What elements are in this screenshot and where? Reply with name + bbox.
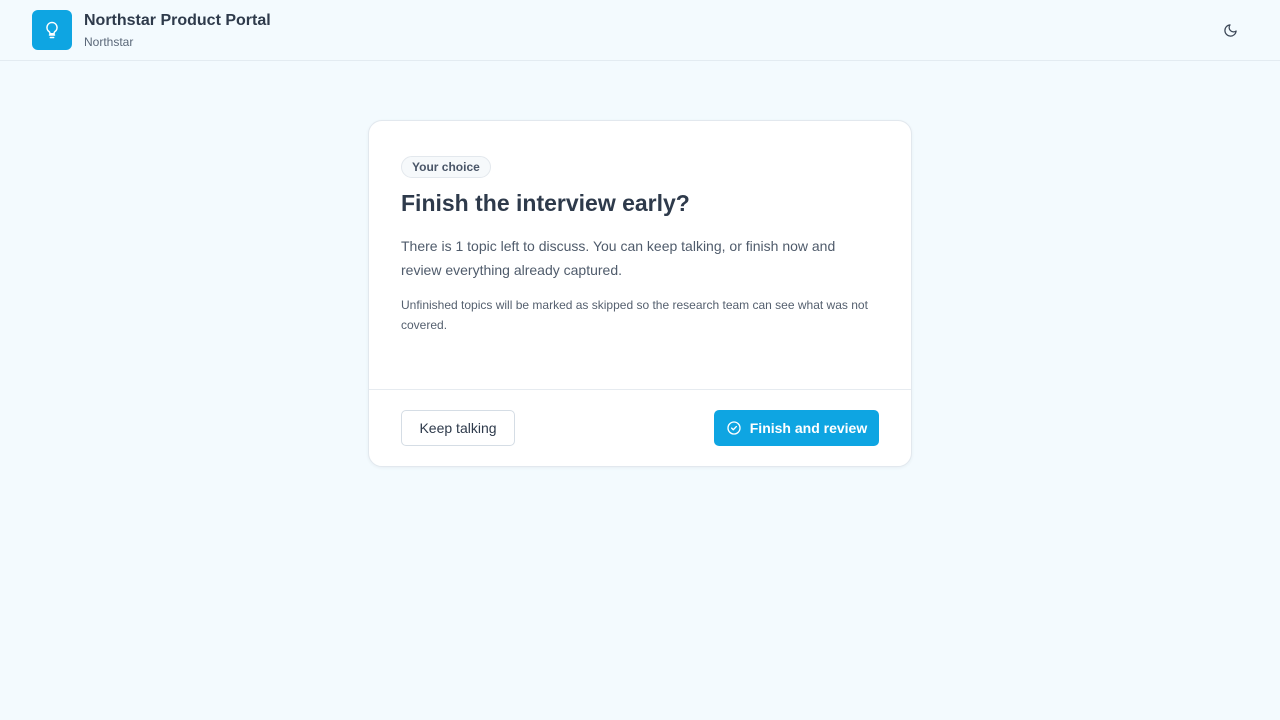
finish-early-dialog: Your choice Finish the interview early? … [368,120,912,467]
theme-toggle-button[interactable] [1216,16,1244,44]
dialog-title: Finish the interview early? [401,190,690,216]
moon-icon [1223,23,1237,37]
check-circle-icon [726,420,742,436]
lightbulb-icon [46,21,58,39]
dialog-divider [369,389,911,390]
keep-talking-button[interactable]: Keep talking [401,410,515,446]
app-title: Northstar Product Portal [84,12,271,29]
choice-badge: Your choice [401,156,491,178]
app-subtitle: Northstar [84,35,134,49]
dialog-body: There is 1 topic left to discuss. You ca… [401,238,836,278]
dialog-note: Unfinished topics will be marked as skip… [401,298,868,332]
finish-and-review-button[interactable]: Finish and review [714,410,879,446]
app-logo [32,10,72,50]
finish-and-review-label: Finish and review [749,420,868,436]
top-bar: Northstar Product Portal Northstar [0,0,1280,61]
